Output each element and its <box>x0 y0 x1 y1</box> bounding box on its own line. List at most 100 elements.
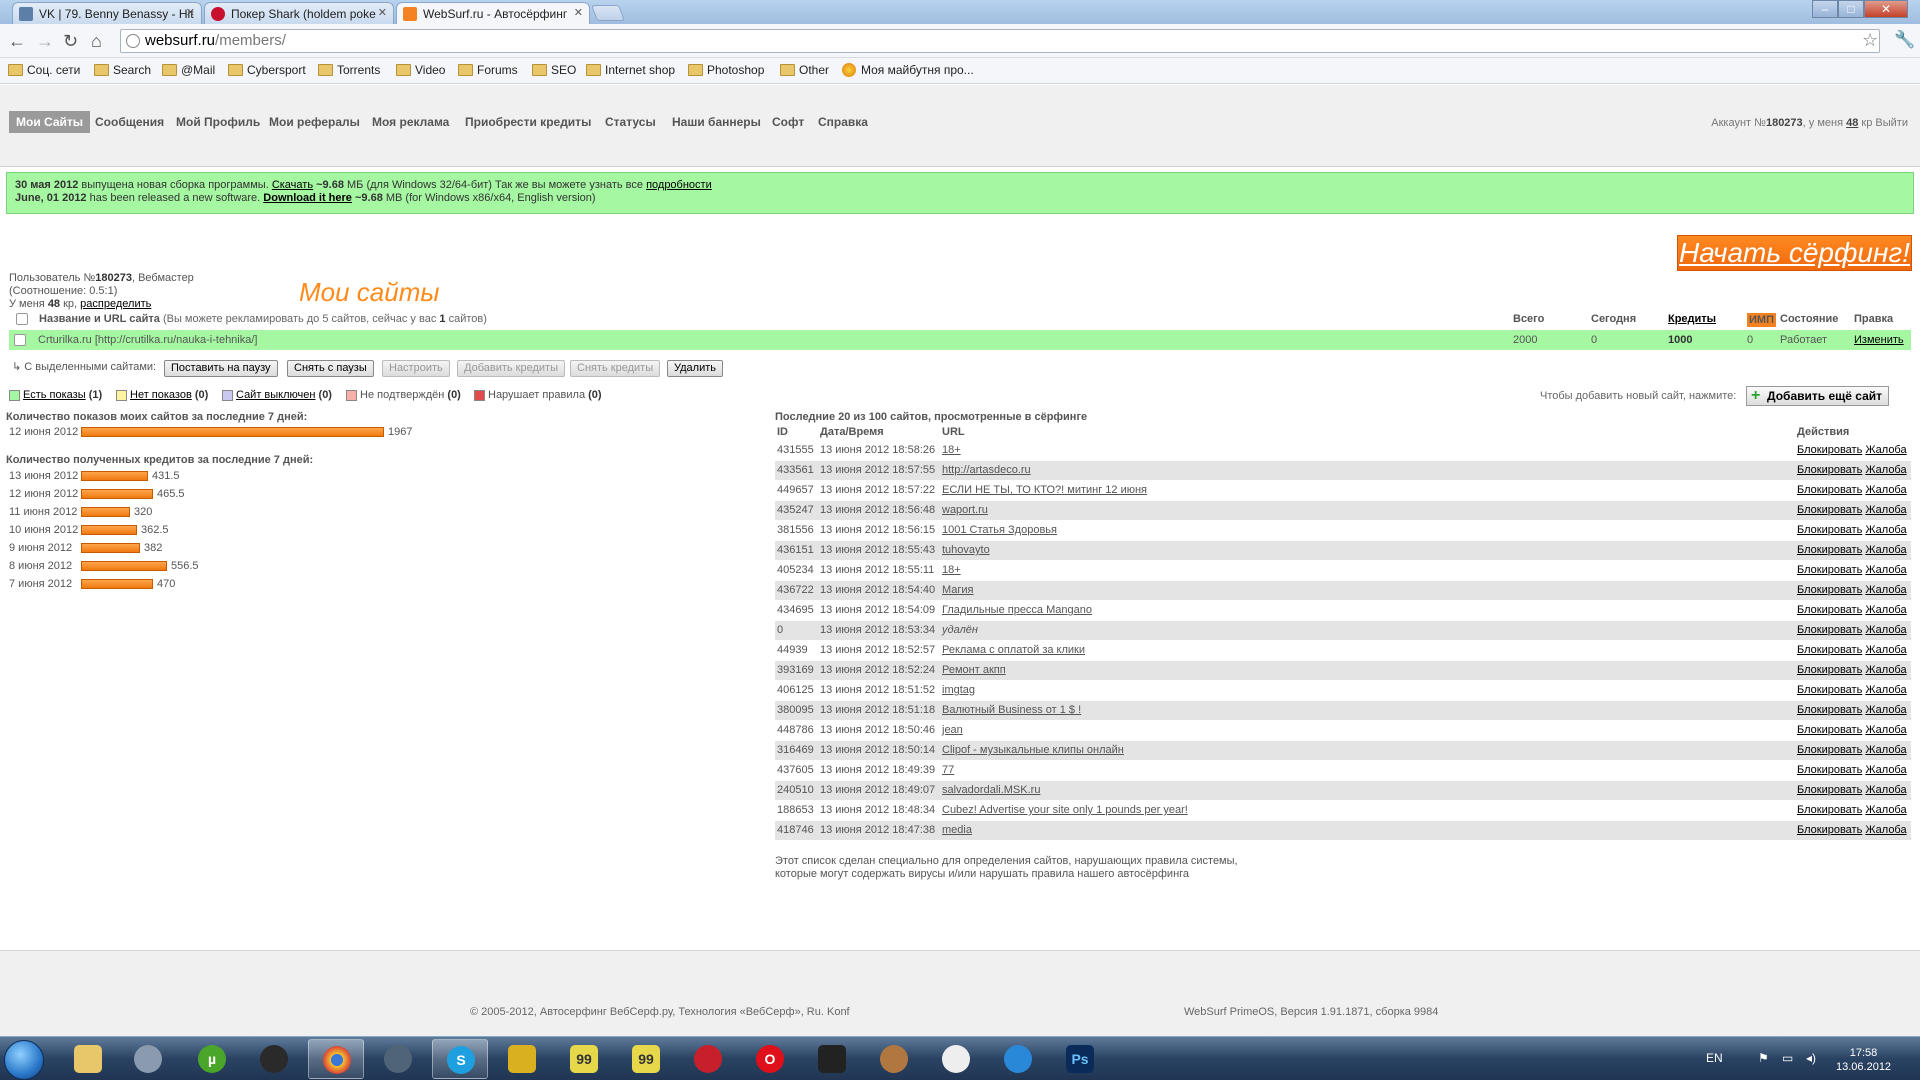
nav-software[interactable]: Софт <box>765 111 811 133</box>
report-site-link[interactable]: Жалоба <box>1865 804 1906 816</box>
bookmark-star-icon[interactable]: ☆ <box>1862 30 1878 51</box>
report-site-link[interactable]: Жалоба <box>1865 684 1906 696</box>
home-icon[interactable]: ⌂ <box>91 32 102 50</box>
nav-banners[interactable]: Наши баннеры <box>665 111 768 133</box>
logout-link[interactable]: Выйти <box>1875 117 1908 129</box>
taskbar-app-gold[interactable] <box>494 1039 550 1079</box>
block-site-link[interactable]: Блокировать <box>1797 604 1862 616</box>
report-site-link[interactable]: Жалоба <box>1865 824 1906 836</box>
nav-my-sites[interactable]: Мои Сайты <box>9 111 91 133</box>
taskbar-terminal[interactable] <box>804 1039 860 1079</box>
report-site-link[interactable]: Жалоба <box>1865 444 1906 456</box>
report-site-link[interactable]: Жалоба <box>1865 644 1906 656</box>
report-site-link[interactable]: Жалоба <box>1865 724 1906 736</box>
block-site-link[interactable]: Блокировать <box>1797 644 1862 656</box>
recent-site-url[interactable]: Ремонт акпп <box>942 664 1006 676</box>
tab-close-icon[interactable]: ✕ <box>378 6 387 19</box>
block-site-link[interactable]: Блокировать <box>1797 564 1862 576</box>
taskbar-opera[interactable]: O <box>742 1039 798 1079</box>
report-site-link[interactable]: Жалоба <box>1865 504 1906 516</box>
block-site-link[interactable]: Блокировать <box>1797 744 1862 756</box>
bookmark-folder[interactable]: SEO <box>532 63 576 77</box>
block-site-link[interactable]: Блокировать <box>1797 464 1862 476</box>
report-site-link[interactable]: Жалоба <box>1865 584 1906 596</box>
block-site-link[interactable]: Блокировать <box>1797 524 1862 536</box>
volume-icon[interactable]: ◂) <box>1806 1051 1816 1065</box>
legend-site-off[interactable]: Сайт выключен (0) <box>222 389 332 401</box>
site-name[interactable]: Crturilka.ru [http://crutilka.ru/nauka-i… <box>38 334 257 346</box>
bookmark-folder[interactable]: Torrents <box>318 63 380 77</box>
legend-no-views[interactable]: Нет показов (0) <box>116 389 208 401</box>
bookmark-folder[interactable]: Internet shop <box>586 63 675 77</box>
system-clock[interactable]: 17:58 13.06.2012 <box>1836 1046 1891 1074</box>
recent-site-url[interactable]: waport.ru <box>942 504 988 516</box>
tab-poker[interactable]: Покер Shark (holdem poke ✕ <box>204 2 394 24</box>
report-site-link[interactable]: Жалоба <box>1865 464 1906 476</box>
report-site-link[interactable]: Жалоба <box>1865 764 1906 776</box>
nav-help[interactable]: Справка <box>811 111 875 133</box>
taskbar-explorer[interactable] <box>60 1039 116 1079</box>
recent-site-url[interactable]: 1001 Статья Здоровья <box>942 524 1057 536</box>
taskbar-poker-99[interactable]: 99 <box>556 1039 612 1079</box>
block-site-link[interactable]: Блокировать <box>1797 664 1862 676</box>
recent-site-url[interactable]: 18+ <box>942 564 961 576</box>
network-icon[interactable]: ▭ <box>1782 1051 1793 1065</box>
taskbar-media[interactable] <box>120 1039 176 1079</box>
recent-site-url[interactable]: imgtag <box>942 684 975 696</box>
tab-websurf[interactable]: WebSurf.ru - Автосёрфинг ✕ <box>396 2 590 24</box>
report-site-link[interactable]: Жалоба <box>1865 544 1906 556</box>
recent-site-url[interactable]: jean <box>942 724 963 736</box>
block-site-link[interactable]: Блокировать <box>1797 804 1862 816</box>
bookmark-folder[interactable]: Соц. сети <box>8 63 80 77</box>
nav-profile[interactable]: Мой Профиль <box>169 111 267 133</box>
taskbar-pokerstars[interactable] <box>680 1039 736 1079</box>
tab-close-icon[interactable]: ✕ <box>186 6 195 19</box>
maximize-button[interactable]: □ <box>1838 0 1864 18</box>
delete-button[interactable]: Удалить <box>667 360 723 377</box>
flag-icon[interactable]: ⚑ <box>1758 1051 1769 1065</box>
recent-site-url[interactable]: Реклама с оплатой за клики <box>942 644 1085 656</box>
add-site-button[interactable]: + Добавить ещё сайт <box>1746 386 1890 406</box>
block-site-link[interactable]: Блокировать <box>1797 724 1862 736</box>
new-tab-button[interactable] <box>591 5 625 21</box>
recent-site-url[interactable]: 18+ <box>942 444 961 456</box>
report-site-link[interactable]: Жалоба <box>1865 564 1906 576</box>
reload-icon[interactable]: ↻ <box>63 32 78 50</box>
back-arrow-icon[interactable]: ← <box>8 32 26 50</box>
remove-credits-button[interactable]: Снять кредиты <box>570 360 661 377</box>
report-site-link[interactable]: Жалоба <box>1865 604 1906 616</box>
taskbar-utorrent[interactable]: µ <box>184 1039 240 1079</box>
add-credits-button[interactable]: Добавить кредиты <box>457 360 565 377</box>
recent-site-url[interactable]: 77 <box>942 764 954 776</box>
block-site-link[interactable]: Блокировать <box>1797 684 1862 696</box>
close-window-button[interactable]: ✕ <box>1864 0 1908 18</box>
taskbar-chrome[interactable] <box>308 1039 364 1079</box>
details-link[interactable]: подробности <box>646 179 712 191</box>
taskbar-steam[interactable] <box>246 1039 302 1079</box>
bookmark-link[interactable]: Моя майбутня про... <box>842 63 974 77</box>
download-link-en[interactable]: Download it here <box>263 192 352 204</box>
report-site-link[interactable]: Жалоба <box>1865 704 1906 716</box>
taskbar-poker-99-2[interactable]: 99 <box>618 1039 674 1079</box>
unpause-button[interactable]: Снять с паузы <box>287 360 374 377</box>
col-credits[interactable]: Кредиты <box>1668 313 1716 325</box>
block-site-link[interactable]: Блокировать <box>1797 784 1862 796</box>
recent-site-url[interactable]: tuhovayto <box>942 544 990 556</box>
taskbar-audio[interactable] <box>370 1039 426 1079</box>
block-site-link[interactable]: Блокировать <box>1797 624 1862 636</box>
recent-site-url[interactable]: ЕСЛИ НЕ ТЫ, ТО КТО?! митинг 12 июня <box>942 484 1147 496</box>
report-site-link[interactable]: Жалоба <box>1865 664 1906 676</box>
wrench-icon[interactable]: 🔧 <box>1894 30 1915 50</box>
taskbar-bear[interactable] <box>866 1039 922 1079</box>
taskbar-photoshop[interactable]: Ps <box>1052 1039 1108 1079</box>
bookmark-folder[interactable]: Other <box>780 63 829 77</box>
bookmark-folder[interactable]: Cybersport <box>228 63 306 77</box>
block-site-link[interactable]: Блокировать <box>1797 504 1862 516</box>
nav-buy-credits[interactable]: Приобрести кредиты <box>458 111 598 133</box>
bookmark-folder[interactable]: Video <box>396 63 445 77</box>
report-site-link[interactable]: Жалоба <box>1865 624 1906 636</box>
block-site-link[interactable]: Блокировать <box>1797 704 1862 716</box>
recent-site-url[interactable]: Магия <box>942 584 974 596</box>
block-site-link[interactable]: Блокировать <box>1797 544 1862 556</box>
nav-my-ads[interactable]: Моя реклама <box>365 111 456 133</box>
